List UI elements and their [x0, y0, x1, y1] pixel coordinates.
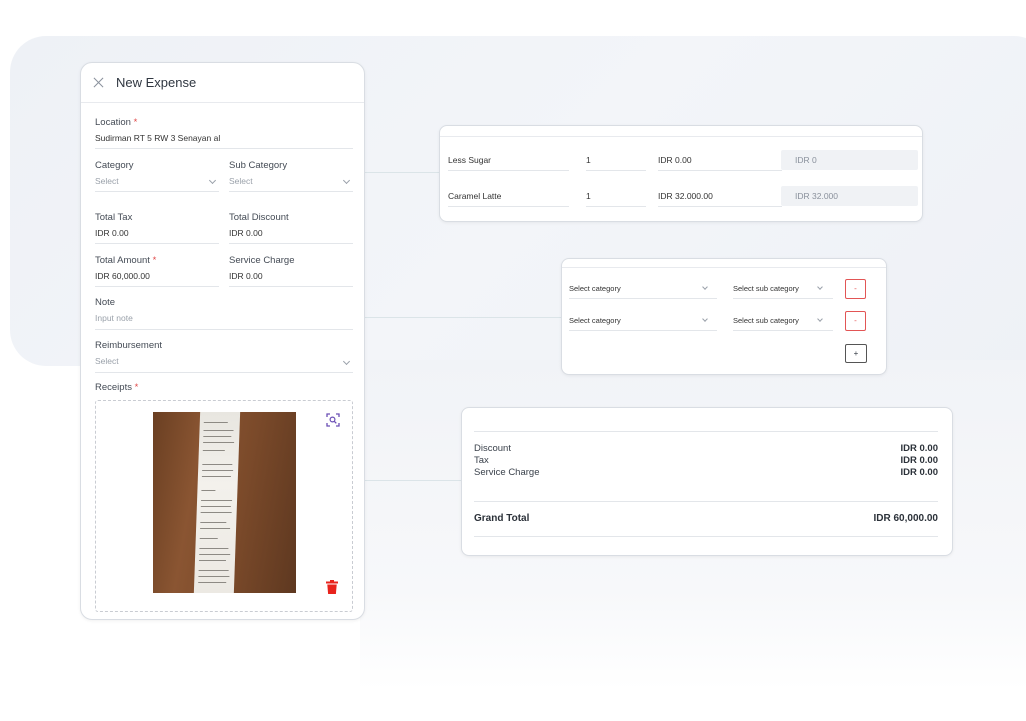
item-price[interactable]: IDR 0.00	[658, 155, 692, 165]
total-amount-value: IDR 60,000.00	[95, 271, 150, 281]
note-label: Note	[95, 297, 116, 308]
required-mark: *	[133, 117, 138, 128]
sub-category-select-row-2[interactable]: Select sub category	[733, 316, 799, 325]
receipts-label-row: Receipts *	[95, 382, 138, 393]
trash-icon[interactable]	[326, 580, 338, 594]
tax-value: IDR 0.00	[900, 455, 939, 466]
total-tax-label: Total Tax	[95, 212, 133, 223]
grand-total-label: Grand Total	[474, 513, 530, 524]
service-charge-summary-value: IDR 0.00	[900, 467, 939, 478]
item-qty[interactable]: 1	[586, 191, 591, 201]
category-placeholder: Select	[95, 176, 119, 186]
item-price[interactable]: IDR 32.000.00	[658, 191, 713, 201]
service-charge-field[interactable]: Service Charge IDR 0.00	[229, 255, 353, 287]
line-items-card: Less Sugar 1 IDR 0.00 IDR 0 Caramel Latt…	[439, 125, 923, 222]
sub-category-placeholder: Select	[229, 176, 253, 186]
sub-category-select-row-1[interactable]: Select sub category	[733, 284, 799, 293]
reimbursement-label: Reimbursement	[95, 340, 163, 351]
service-charge-row: Service Charge IDR 0.00	[474, 467, 938, 478]
category-select-row-2[interactable]: Select category	[569, 316, 621, 325]
category-label: Category	[95, 160, 134, 171]
item-name[interactable]: Caramel Latte	[448, 191, 501, 201]
chevron-down-icon	[817, 284, 823, 290]
connector-summary	[365, 480, 461, 481]
location-label: Location	[95, 117, 131, 128]
grand-total-row: Grand Total IDR 60,000.00	[474, 513, 938, 524]
discount-label: Discount	[474, 443, 511, 454]
close-icon[interactable]	[93, 77, 104, 88]
summary-card: Discount IDR 0.00 Tax IDR 0.00 Service C…	[461, 407, 953, 556]
required-mark: *	[134, 382, 139, 393]
reimbursement-select[interactable]: Reimbursement Select	[95, 340, 353, 373]
service-charge-value: IDR 0.00	[229, 271, 263, 281]
discount-value: IDR 0.00	[900, 443, 939, 454]
service-charge-summary-label: Service Charge	[474, 467, 540, 478]
note-input[interactable]: Note Input note	[95, 297, 353, 330]
location-field[interactable]: Location * Sudirman RT 5 RW 3 Senayan al	[95, 117, 353, 149]
form-title: New Expense	[116, 75, 197, 90]
add-row-button[interactable]: +	[845, 344, 867, 363]
total-amount-field[interactable]: Total Amount * IDR 60,000.00	[95, 255, 219, 287]
remove-row-button[interactable]: -	[845, 311, 866, 331]
chevron-down-icon	[702, 316, 708, 322]
form-header: New Expense	[81, 63, 364, 103]
total-discount-label: Total Discount	[229, 212, 289, 223]
receipt-image[interactable]	[153, 412, 296, 593]
tax-row: Tax IDR 0.00	[474, 455, 938, 466]
total-amount-label: Total Amount	[95, 255, 150, 266]
zoom-icon[interactable]	[326, 413, 340, 427]
receipts-label: Receipts	[95, 382, 132, 393]
category-select-row-1[interactable]: Select category	[569, 284, 621, 293]
required-mark: *	[152, 255, 157, 266]
category-split-card: Select category Select sub category - Se…	[561, 258, 887, 375]
connector-items	[365, 172, 439, 173]
item-total: IDR 32.000	[781, 186, 918, 206]
item-qty[interactable]: 1	[586, 155, 591, 165]
total-discount-value: IDR 0.00	[229, 228, 263, 238]
remove-row-button[interactable]: -	[845, 279, 866, 299]
sub-category-label: Sub Category	[229, 160, 288, 171]
chevron-down-icon	[702, 284, 708, 290]
note-placeholder: Input note	[95, 313, 133, 323]
grand-total-value: IDR 60,000.00	[873, 513, 939, 524]
total-tax-value: IDR 0.00	[95, 228, 129, 238]
tax-label: Tax	[474, 455, 489, 466]
receipt-upload-area[interactable]	[95, 400, 353, 612]
reimbursement-placeholder: Select	[95, 356, 119, 366]
total-tax-field[interactable]: Total Tax IDR 0.00	[95, 212, 219, 244]
total-discount-field[interactable]: Total Discount IDR 0.00	[229, 212, 353, 244]
new-expense-form: New Expense Location * Sudirman RT 5 RW …	[80, 62, 365, 620]
sub-category-select[interactable]: Sub Category Select	[229, 160, 353, 192]
item-total: IDR 0	[781, 150, 918, 170]
chevron-down-icon	[817, 316, 823, 322]
service-charge-label: Service Charge	[229, 255, 295, 266]
category-select[interactable]: Category Select	[95, 160, 219, 192]
location-value: Sudirman RT 5 RW 3 Senayan al	[95, 133, 221, 143]
connector-categories	[365, 317, 561, 318]
item-name[interactable]: Less Sugar	[448, 155, 491, 165]
discount-row: Discount IDR 0.00	[474, 443, 938, 454]
